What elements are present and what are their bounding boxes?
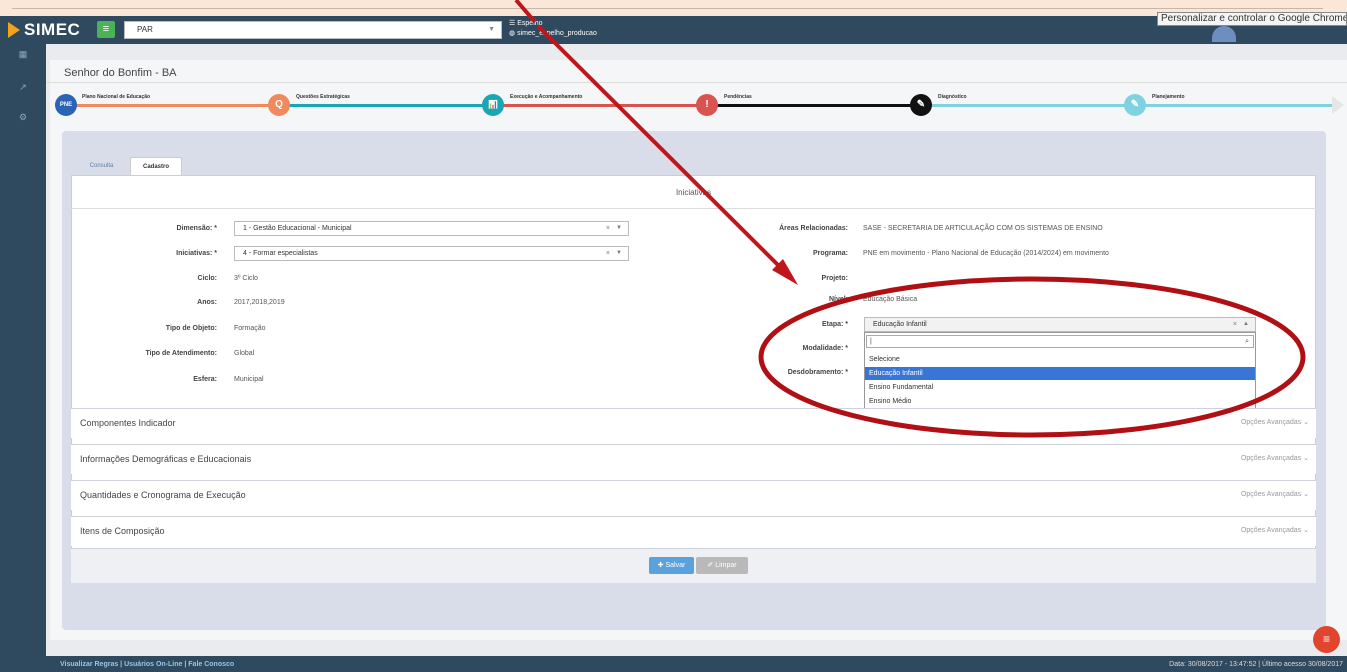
footer-links[interactable]: Visualizar Regras | Usuários On-Line | F… [60, 661, 234, 668]
chevron-down-icon: ▼ [616, 250, 622, 256]
chevron-down-icon: ⌄ [1303, 527, 1309, 534]
search-icon: ⌕ [1245, 338, 1249, 345]
footer: Visualizar Regras | Usuários On-Line | F… [0, 656, 1347, 672]
programa-label: Programa: [812, 250, 848, 257]
etapa-label: Etapa: * [821, 321, 848, 328]
etapa-search-input[interactable]: | ⌕ [866, 335, 1254, 348]
chevron-up-icon: ▲ [1243, 321, 1249, 327]
areas-value: SASE - SECRETARIA DE ARTICULAÇÃO COM OS … [863, 225, 1103, 232]
footer-date: Data: 30/08/2017 - 13:47:52 | Último ace… [1169, 661, 1343, 668]
projeto-label: Projeto: [821, 275, 848, 282]
section-componentes-indicador[interactable]: Componentes Indicador Opções Avançadas ⌄ [71, 408, 1316, 438]
advanced-options-toggle[interactable]: Opções Avançadas ⌄ [1241, 490, 1309, 498]
modalidade-label: Modalidade: * [802, 345, 848, 352]
anos-label: Anos: [197, 299, 217, 306]
dropdown-option[interactable]: Ensino Fundamental [865, 381, 1255, 394]
eraser-icon: ✐ [707, 562, 714, 569]
step-line [1136, 104, 1332, 107]
menu-toggle-button[interactable]: ≡ [97, 21, 115, 38]
chevron-down-icon: ▼ [488, 26, 495, 33]
floating-menu-button[interactable]: ≡ [1313, 626, 1340, 653]
top-navbar: SIMEC ≡ PAR ▼ ☰ Espelho ◍ simec_espelho_… [0, 16, 1347, 44]
clear-icon[interactable]: × [606, 247, 610, 260]
dimensao-label: Dimensão: * [176, 225, 217, 232]
iniciativas-label: Iniciativas: * [176, 250, 217, 257]
tab-consulta[interactable]: Consulta [77, 157, 126, 175]
chevron-down-icon: ⌄ [1303, 419, 1309, 426]
page-title: Senhor do Bonfim - BA [64, 67, 177, 79]
step-line [280, 104, 494, 107]
step-icon-pne[interactable]: PNE [55, 94, 77, 116]
step-label-diagnostico[interactable]: Diagnóstico [938, 94, 967, 100]
step-label-planejamento[interactable]: Planejamento [1152, 94, 1185, 100]
dashboard-icon[interactable]: ▦ [18, 49, 28, 59]
chevron-down-icon: ⌄ [1303, 491, 1309, 498]
form-title: Iniciativas [71, 176, 1316, 209]
dropdown-option[interactable]: Selecione [865, 353, 1255, 366]
simec-logo[interactable]: SIMEC [8, 20, 80, 40]
tipo-objeto-value: Formação [234, 325, 266, 332]
step-line [494, 104, 708, 107]
step-label-pendencias[interactable]: Pendências [724, 94, 752, 100]
logo-arrow-icon [8, 22, 20, 38]
advanced-options-toggle[interactable]: Opções Avançadas ⌄ [1241, 526, 1309, 534]
nivel-value: Educação Básica [863, 296, 918, 303]
step-label-execucao[interactable]: Execução e Acompanhamento [510, 94, 582, 100]
program-select[interactable]: PAR ▼ [124, 21, 502, 39]
ciclo-label: Ciclo: [197, 275, 217, 282]
etapa-select[interactable]: Educação Infantil × ▲ [864, 317, 1256, 332]
clear-icon[interactable]: × [606, 222, 610, 235]
esfera-label: Esfera: [193, 376, 217, 383]
tab-cadastro[interactable]: Cadastro [130, 157, 182, 175]
database-icon: ☰ [509, 20, 516, 27]
step-line [66, 104, 280, 107]
section-itens-composicao[interactable]: Itens de Composição Opções Avançadas ⌄ [71, 516, 1316, 546]
divider [46, 82, 1347, 83]
globe-icon: ◍ [509, 30, 516, 37]
environment-info: ☰ Espelho ◍ simec_espelho_producao [509, 20, 597, 37]
gears-icon[interactable]: ⚙ [18, 112, 28, 122]
tipo-atendimento-value: Global [234, 350, 255, 357]
step-icon-planejamento[interactable]: ✎ [1124, 94, 1146, 116]
desdobramento-label: Desdobramento: * [787, 369, 848, 376]
nivel-label: Nível: [828, 296, 848, 303]
ciclo-value: 3º Ciclo [234, 275, 258, 282]
plus-icon: ✚ [657, 562, 664, 569]
esfera-value: Municipal [234, 376, 264, 383]
top-strip [0, 0, 1347, 16]
dropdown-option-selected[interactable]: Educação Infantil [865, 367, 1255, 380]
step-label-questoes[interactable]: Questões Estratégicas [296, 94, 350, 100]
left-sidebar: ▦ ↗ ⚙ [0, 44, 46, 656]
save-button[interactable]: ✚ Salvar [649, 557, 694, 574]
advanced-options-toggle[interactable]: Opções Avançadas ⌄ [1241, 418, 1309, 426]
anos-value: 2017,2018,2019 [234, 299, 285, 306]
step-label-pne[interactable]: Plano Nacional de Educação [82, 94, 150, 100]
step-icon-questoes[interactable]: Q [268, 94, 290, 116]
step-line [708, 104, 922, 107]
clear-icon[interactable]: × [1233, 318, 1237, 331]
chart-icon[interactable]: ↗ [18, 82, 28, 92]
next-step-arrow-icon[interactable] [1332, 96, 1344, 114]
tipo-atendimento-label: Tipo de Atendimento: [145, 350, 217, 357]
chevron-down-icon: ▼ [616, 225, 622, 231]
clear-button[interactable]: ✐ Limpar [696, 557, 748, 574]
step-line [922, 104, 1136, 107]
step-icon-pendencias[interactable]: ! [696, 94, 718, 116]
dimensao-select[interactable]: 1 - Gestão Educacional - Municipal × ▼ [234, 221, 629, 236]
iniciativas-select[interactable]: 4 - Formar especialistas × ▼ [234, 246, 629, 261]
advanced-options-toggle[interactable]: Opções Avançadas ⌄ [1241, 454, 1309, 462]
section-informacoes-demograficas[interactable]: Informações Demográficas e Educacionais … [71, 444, 1316, 474]
programa-value: PNE em movimento - Plano Nacional de Edu… [863, 250, 1109, 257]
dropdown-option[interactable]: Ensino Médio [865, 395, 1255, 408]
browser-tooltip: Personalizar e controlar o Google Chrome [1157, 12, 1347, 26]
step-icon-diagnostico[interactable]: ✎ [910, 94, 932, 116]
tipo-objeto-label: Tipo de Objeto: [165, 325, 217, 332]
step-icon-execucao[interactable]: 📊 [482, 94, 504, 116]
section-quantidades-cronograma[interactable]: Quantidades e Cronograma de Execução Opç… [71, 480, 1316, 510]
chevron-down-icon: ⌄ [1303, 455, 1309, 462]
areas-label: Áreas Relacionadas: [779, 225, 848, 232]
